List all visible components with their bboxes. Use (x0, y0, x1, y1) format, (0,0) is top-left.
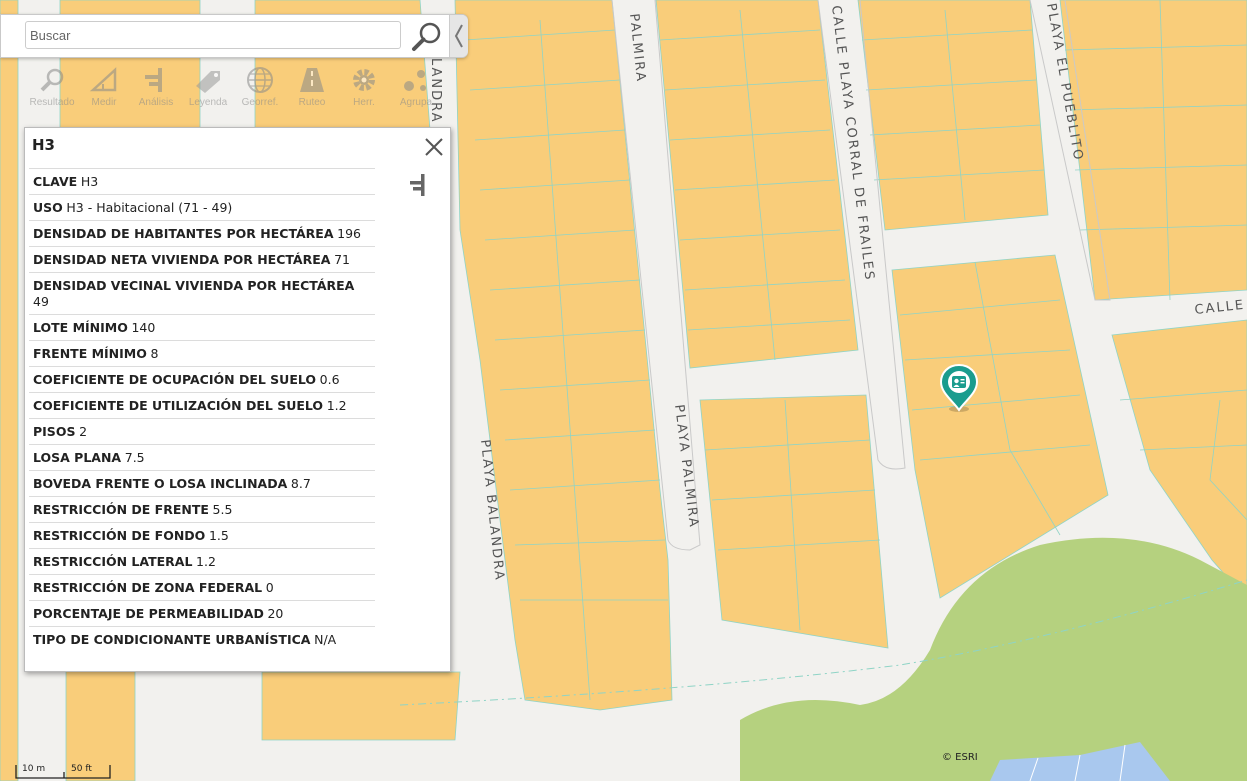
attribute-value: 8.7 (290, 476, 311, 491)
close-icon (425, 138, 443, 156)
scale-bar: 10 m 50 ft (14, 762, 114, 780)
attribute-key: FRENTE MÍNIMO (33, 346, 147, 361)
attribute-key: RESTRICCIÓN DE FRENTE (33, 502, 209, 517)
attribute-row: PORCENTAJE DE PERMEABILIDAD 20 (29, 600, 375, 626)
scale-imperial-label: 50 ft (71, 764, 92, 774)
tool-medir[interactable]: Medir (78, 58, 130, 118)
attribute-value: 0 (265, 580, 274, 595)
tool-georref[interactable]: Georref. (234, 58, 286, 118)
measure-ruler-icon (89, 67, 117, 92)
attribute-row: COEFICIENTE DE UTILIZACIÓN DEL SUELO 1.2 (29, 392, 375, 418)
attribute-row: USO H3 - Habitacional (71 - 49) (29, 194, 375, 220)
tool-ruteo[interactable]: Ruteo (286, 58, 338, 118)
attribute-key: LOSA PLANA (33, 450, 122, 465)
road-route-icon (300, 68, 324, 92)
attribute-key: LOTE MÍNIMO (33, 320, 128, 335)
attribute-key: DENSIDAD NETA VIVIENDA POR HECTÁREA (33, 252, 331, 267)
attribute-key: DENSIDAD VECINAL VIVIENDA POR HECTÁREA (33, 278, 355, 293)
attribute-key: PISOS (33, 424, 76, 439)
attribute-key: COEFICIENTE DE UTILIZACIÓN DEL SUELO (33, 398, 324, 413)
globe-icon (247, 67, 273, 93)
attribute-value: H3 - Habitacional (71 - 49) (66, 200, 233, 215)
attribute-value: 196 (337, 226, 361, 241)
attribute-value: 1.2 (196, 554, 216, 569)
attribute-value: 0.6 (319, 372, 340, 387)
attribute-key: DENSIDAD DE HABITANTES POR HECTÁREA (33, 226, 334, 241)
attribute-value: 1.5 (208, 528, 229, 543)
attribute-row: FRENTE MÍNIMO 8 (29, 340, 375, 366)
attribute-value: 8 (150, 346, 159, 361)
attribute-row: RESTRICCIÓN DE ZONA FEDERAL 0 (29, 574, 375, 600)
attribute-value: N/A (314, 632, 337, 647)
attribute-key: RESTRICCIÓN DE ZONA FEDERAL (33, 580, 263, 595)
attribute-value: 1.2 (326, 398, 347, 413)
results-magnifier-icon (40, 68, 64, 92)
search-button[interactable] (407, 19, 445, 53)
scale-metric-label: 10 m (22, 764, 46, 774)
popup-analysis-button[interactable] (407, 173, 431, 197)
attribute-key: COEFICIENTE DE OCUPACIÓN DEL SUELO (33, 372, 317, 387)
attribute-row: COEFICIENTE DE OCUPACIÓN DEL SUELO 0.6 (29, 366, 375, 392)
tool-agrupa[interactable]: Agrupa (390, 58, 442, 118)
attribute-value: 49 (33, 294, 49, 309)
attribute-list: CLAVE H3 USO H3 - Habitacional (71 - 49) D… (29, 168, 375, 652)
attribute-row: LOTE MÍNIMO 140 (29, 314, 375, 340)
attribute-row: RESTRICCIÓN DE FONDO 1.5 (29, 522, 375, 548)
gear-icon (353, 69, 375, 91)
collapse-panel-button[interactable] (449, 15, 468, 57)
tool-leyenda[interactable]: Leyenda (182, 58, 234, 118)
attribute-row: PISOS 2 (29, 418, 375, 444)
attribute-key: RESTRICCIÓN DE FONDO (33, 528, 206, 543)
tool-analisis[interactable]: Análisis (130, 58, 182, 118)
attribute-row: TIPO DE CONDICIONANTE URBANÍSTICA N/A (29, 626, 375, 652)
toolbar: Resultado Medir Análisis Leyenda Georref… (26, 58, 446, 118)
analysis-icon (410, 174, 425, 196)
analysis-icon (145, 68, 162, 92)
search-icon (412, 22, 441, 51)
location-marker-icon[interactable] (938, 363, 980, 415)
attribute-row: DENSIDAD VECINAL VIVIENDA POR HECTÁREA 4… (29, 272, 375, 314)
map-attribution: © ESRI (942, 752, 978, 763)
attribute-key: RESTRICCIÓN LATERAL (33, 554, 193, 569)
attribute-row: DENSIDAD NETA VIVIENDA POR HECTÁREA 71 (29, 246, 375, 272)
attribute-value: 71 (334, 252, 350, 267)
attribute-value: 2 (79, 424, 88, 439)
attribute-key: PORCENTAJE DE PERMEABILIDAD (33, 606, 264, 621)
attribute-row: LOSA PLANA 7.5 (29, 444, 375, 470)
popup-title: H3 (32, 136, 55, 154)
search-bar (0, 14, 468, 58)
attribute-key: TIPO DE CONDICIONANTE URBANÍSTICA (33, 632, 311, 647)
attribute-value: 7.5 (124, 450, 145, 465)
attribute-row: RESTRICCIÓN DE FRENTE 5.5 (29, 496, 375, 522)
attribute-row: DENSIDAD DE HABITANTES POR HECTÁREA 196 (29, 220, 375, 246)
popup-close-button[interactable] (423, 136, 445, 158)
attribute-key: BOVEDA FRENTE O LOSA INCLINADA (33, 476, 288, 491)
tool-resultado[interactable]: Resultado (26, 58, 78, 118)
legend-tag-icon (196, 71, 220, 93)
attribute-value: 140 (131, 320, 156, 335)
attribute-key: USO (33, 200, 63, 215)
attribute-row: CLAVE H3 (29, 168, 375, 194)
attribute-value: 5.5 (212, 502, 233, 517)
attribute-value: H3 (80, 174, 99, 189)
group-nodes-icon (404, 70, 426, 91)
tool-herramientas[interactable]: Herr. (338, 58, 390, 118)
attribute-value: 20 (267, 606, 284, 621)
chevron-left-icon (454, 24, 463, 48)
attribute-row: BOVEDA FRENTE O LOSA INCLINADA 8.7 (29, 470, 375, 496)
search-input[interactable] (25, 21, 401, 49)
attribute-row: RESTRICCIÓN LATERAL 1.2 (29, 548, 375, 574)
feature-info-popup: H3 CLAVE H3 USO H3 - Habitacional (71 - 4… (24, 127, 451, 672)
attribute-key: CLAVE (33, 174, 78, 189)
